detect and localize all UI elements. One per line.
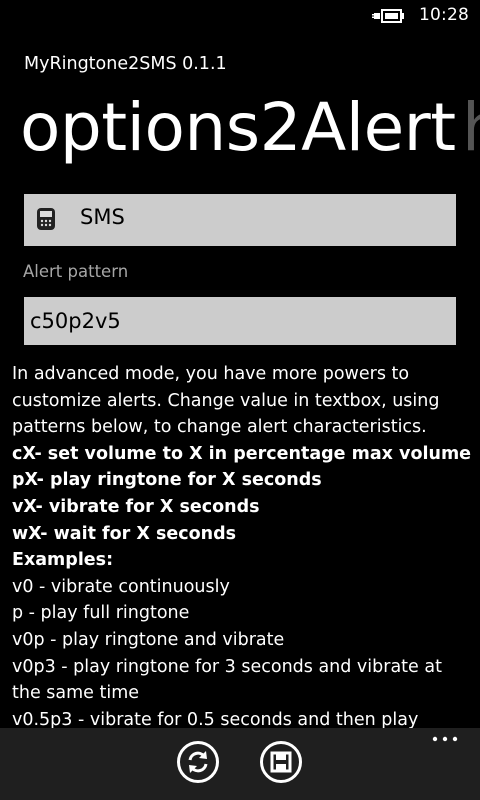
application-bar [0,728,480,800]
alert-type-picker[interactable]: SMS [24,194,456,246]
help-intro-line: customize alerts. Change value in textbo… [12,390,440,411]
status-time: 10:28 [419,5,469,25]
help-example-line: the same time [12,683,140,704]
pivot-header: options2Alert h [0,80,480,176]
alert-pattern-input[interactable] [24,297,456,345]
help-intro-line: In advanced mode, you have more powers t… [12,364,410,384]
alert-pattern-label: Alert pattern [23,262,129,281]
help-rule-volume: cX- set volume to X in percentage max vo… [12,443,472,464]
alert-type-value: SMS [80,205,125,229]
refresh-button[interactable] [177,741,219,783]
help-example-line: v0p - play ringtone and vibrate [12,629,285,650]
pivot-item-next[interactable]: h [462,80,480,176]
app-title: MyRingtone2SMS 0.1.1 [24,54,227,74]
help-examples-heading: Examples: [12,550,114,571]
pivot-item-options2alert[interactable]: options2Alert [20,80,456,176]
help-rule-play: pX- play ringtone for X seconds [12,470,322,491]
battery-charging-icon [372,9,404,23]
help-intro-line: patterns below, to change alert characte… [12,417,427,438]
refresh-icon [188,751,208,773]
help-rule-wait: wX- wait for X seconds [12,523,237,544]
more-icon[interactable] [432,734,458,744]
help-example-line: v0 - vibrate continuously [12,576,230,597]
help-example-line: p - play full ringtone [12,603,190,624]
sms-phone-icon [37,208,55,230]
help-text: In advanced mode, you have more powers t… [12,361,474,733]
help-rule-vibrate: vX- vibrate for X seconds [12,496,260,517]
save-button[interactable] [260,741,302,783]
save-icon [270,751,292,773]
help-example-line: v0p3 - play ringtone for 3 seconds and v… [12,656,442,677]
status-bar: 10:28 [0,0,480,32]
